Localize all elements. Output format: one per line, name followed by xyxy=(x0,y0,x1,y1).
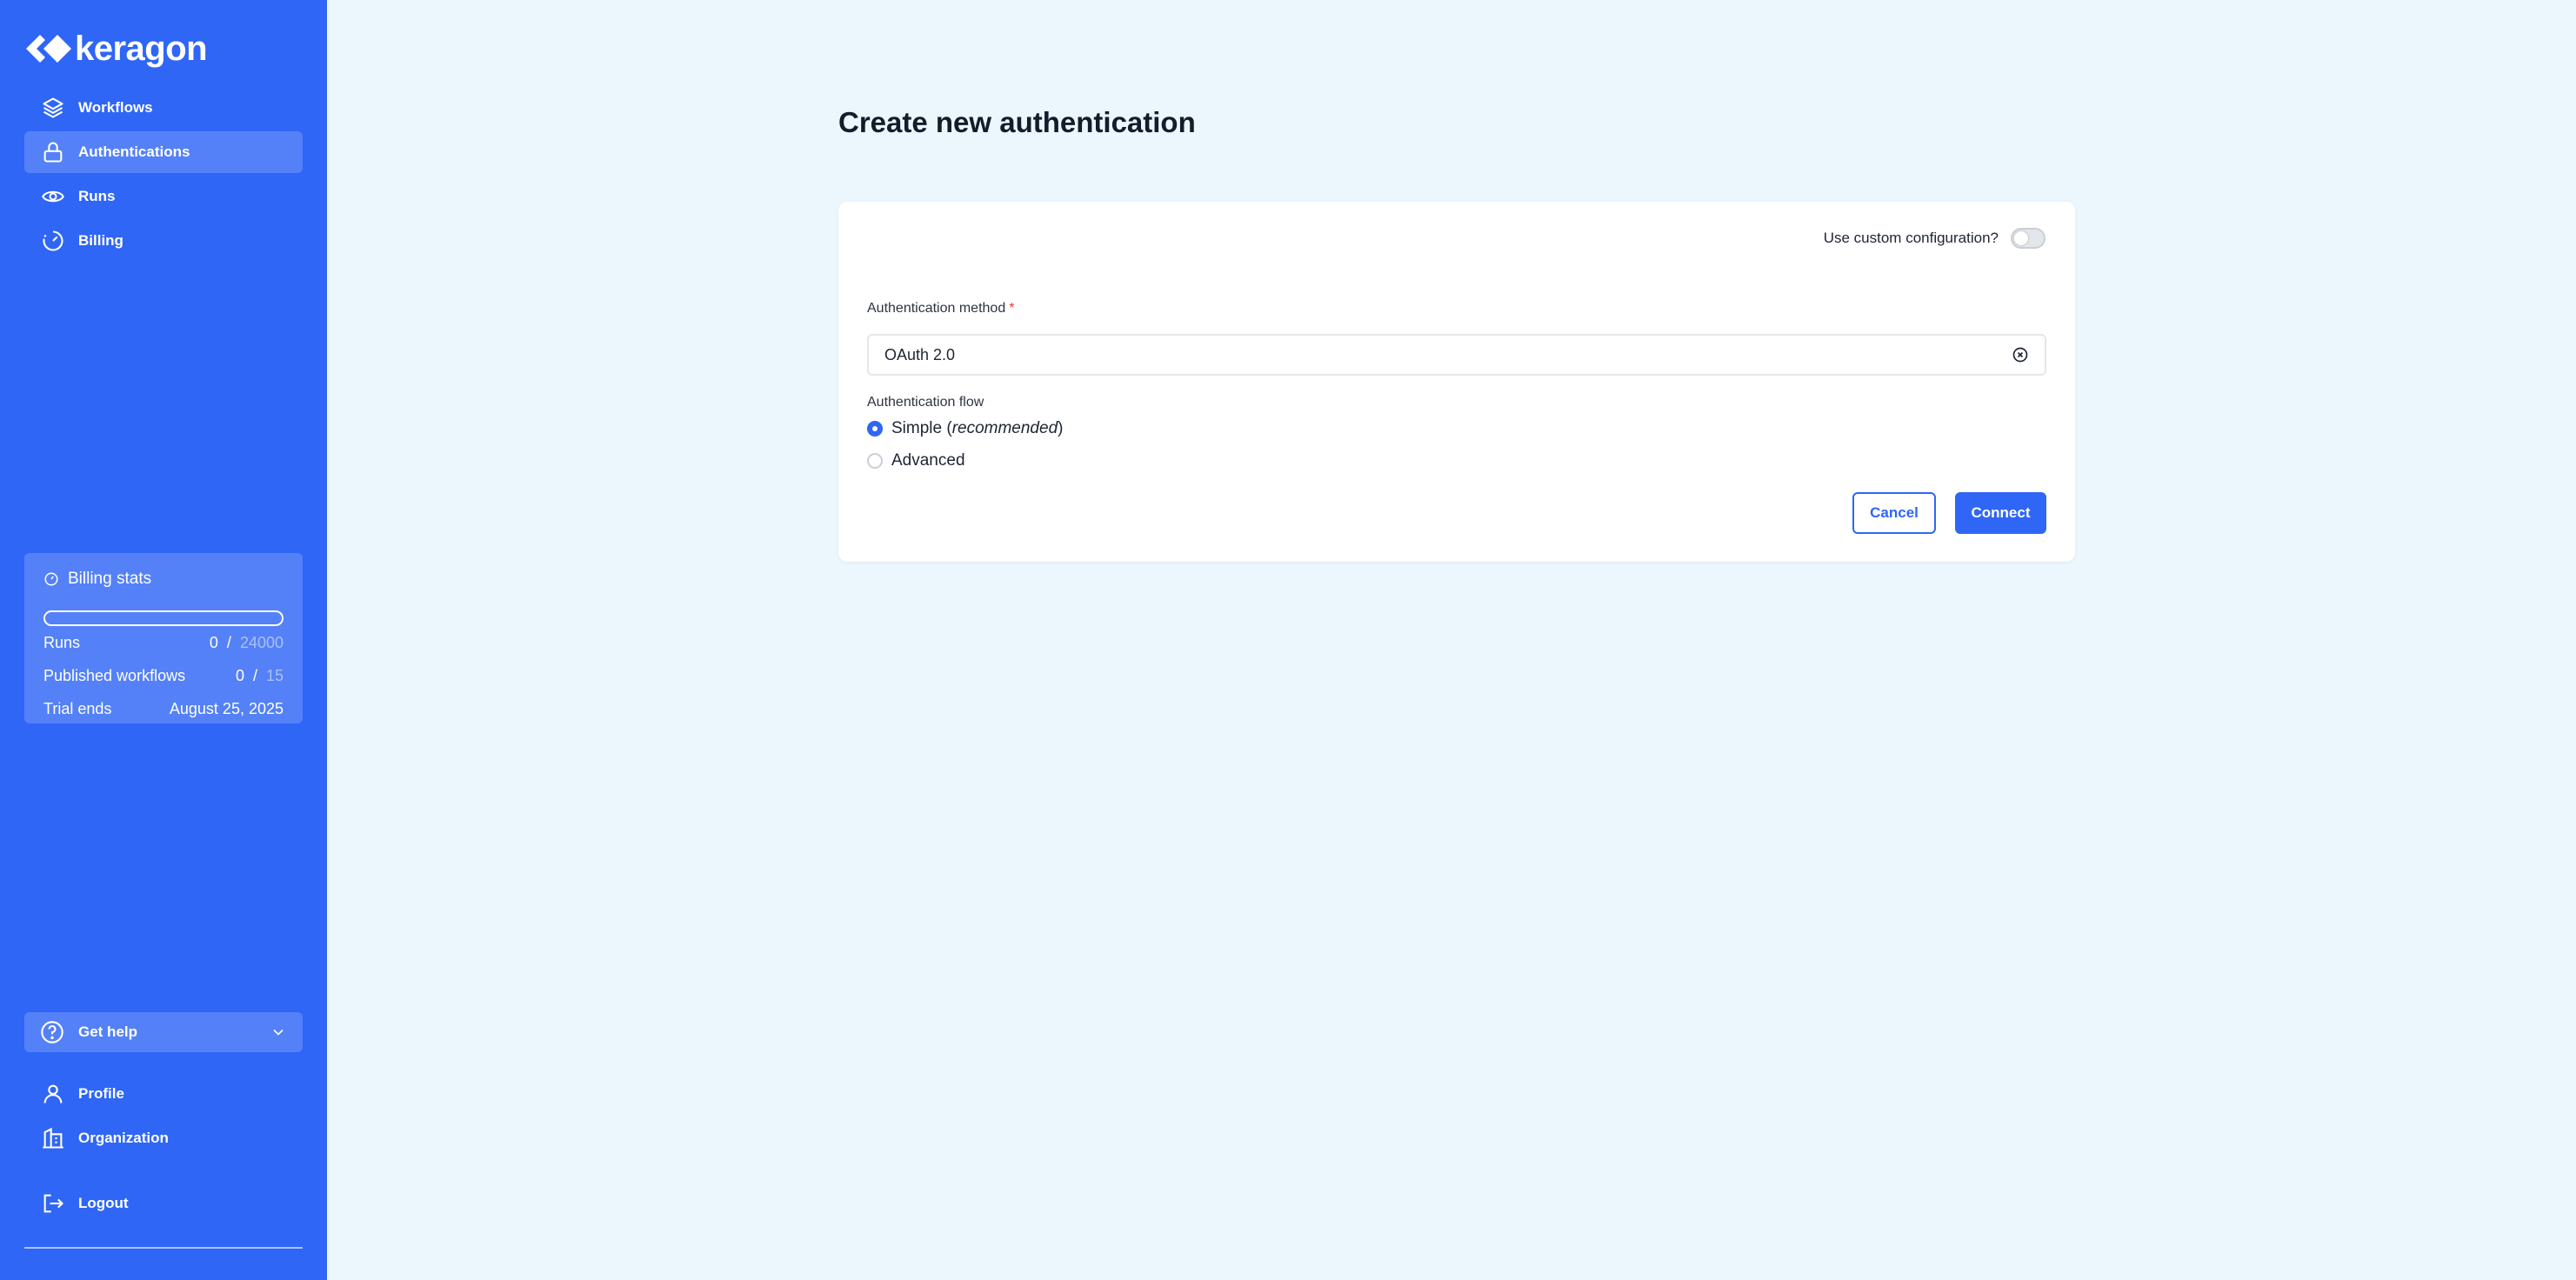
get-help-label: Get help xyxy=(78,1023,138,1040)
user-icon xyxy=(40,1081,66,1107)
stat-max: 15 xyxy=(265,666,284,684)
billing-stats-title: Billing stats xyxy=(68,570,152,588)
sidebar-item-label: Workflows xyxy=(78,99,153,116)
stat-row-runs: Runs 0 / 24000 xyxy=(43,626,284,659)
sidebar-item-label: Runs xyxy=(78,188,116,204)
radio-label: Simple (recommended) xyxy=(891,419,1064,437)
stat-label: Runs xyxy=(43,633,81,651)
required-mark: * xyxy=(1009,301,1015,316)
radio-button[interactable] xyxy=(867,453,883,469)
brand-logo[interactable]: keragon xyxy=(24,29,208,68)
radio-label-text: Simple xyxy=(891,419,943,437)
stat-label: Published workflows xyxy=(43,666,186,684)
auth-method-select[interactable]: OAuth 2.0 xyxy=(867,334,2046,376)
stat-row-trial: Trial ends August 25, 2025 xyxy=(43,692,284,725)
gauge-icon xyxy=(40,228,66,254)
sidebar-divider xyxy=(24,1247,303,1249)
sidebar-item-organization[interactable]: Organization xyxy=(24,1117,303,1159)
sidebar-item-authentications[interactable]: Authentications xyxy=(24,131,303,173)
custom-config-toggle[interactable] xyxy=(2011,228,2045,249)
connect-button[interactable]: Connect xyxy=(1955,492,2046,534)
sidebar-item-label: Profile xyxy=(78,1085,124,1102)
sidebar-item-label: Organization xyxy=(78,1130,169,1146)
auth-flow-label: Authentication flow xyxy=(867,395,984,410)
radio-button[interactable] xyxy=(867,421,883,437)
sidebar-item-profile[interactable]: Profile xyxy=(24,1073,303,1115)
sidebar-item-billing[interactable]: Billing xyxy=(24,220,303,262)
sidebar-item-label: Authentications xyxy=(78,143,190,160)
stat-current: 0 xyxy=(209,633,218,651)
sidebar-item-runs[interactable]: Runs xyxy=(24,176,303,217)
sidebar-item-label: Billing xyxy=(78,232,123,249)
get-help-button[interactable]: Get help xyxy=(24,1012,303,1052)
sidebar: keragon Workflows Authentications Runs B… xyxy=(0,0,327,1280)
logout-label: Logout xyxy=(78,1195,129,1211)
billing-stats-card: Billing stats Runs 0/24000 Published wor… xyxy=(24,553,303,723)
radio-option-simple[interactable]: Simple (recommended) xyxy=(867,419,1063,438)
auth-method-label-text: Authentication method xyxy=(867,301,1006,316)
auth-method-label: Authentication method * xyxy=(867,301,1014,317)
bottom-nav: Profile Organization xyxy=(24,1073,303,1162)
billing-stats-header: Billing stats xyxy=(43,565,284,593)
eye-icon xyxy=(40,183,66,210)
keragon-logo-icon xyxy=(26,35,71,63)
stat-max: 24000 xyxy=(239,633,284,651)
custom-config-row: Use custom configuration? xyxy=(1824,228,2045,249)
help-circle-icon xyxy=(40,1019,66,1045)
auth-method-value: OAuth 2.0 xyxy=(884,345,956,363)
radio-label: Advanced xyxy=(891,451,965,470)
logout-wrapper: Logout xyxy=(24,1183,303,1227)
stat-separator: / xyxy=(226,633,231,651)
custom-config-label: Use custom configuration? xyxy=(1823,230,1999,246)
logout-icon xyxy=(40,1190,66,1217)
auth-form-card: Use custom configuration? Authentication… xyxy=(838,202,2075,562)
stat-value: 0 / 24000 xyxy=(210,634,284,652)
stat-current: 0 xyxy=(235,666,244,684)
stat-value: 0 / 15 xyxy=(236,667,284,685)
stat-label: Trial ends xyxy=(43,699,112,717)
cancel-button[interactable]: Cancel xyxy=(1852,492,1936,534)
stat-row-published-workflows: Published workflows 0 / 15 xyxy=(43,659,284,692)
sidebar-item-workflows[interactable]: Workflows xyxy=(24,87,303,129)
stat-separator: / xyxy=(252,666,257,684)
clear-icon[interactable] xyxy=(2012,346,2029,363)
building-icon xyxy=(40,1125,66,1151)
lock-icon xyxy=(40,139,66,165)
trial-end-date: August 25, 2025 xyxy=(169,699,284,717)
radio-label-note: recommended xyxy=(951,419,1058,437)
gauge-icon xyxy=(44,572,58,586)
brand-name: keragon xyxy=(75,29,208,68)
page-title: Create new authentication xyxy=(838,106,1196,138)
billing-progress-bar xyxy=(43,610,284,626)
main-nav: Workflows Authentications Runs Billing xyxy=(24,87,303,264)
logout-button[interactable]: Logout xyxy=(24,1183,303,1224)
radio-option-advanced[interactable]: Advanced xyxy=(867,451,965,470)
layers-icon xyxy=(40,95,66,121)
chevron-down-icon xyxy=(273,1029,284,1036)
